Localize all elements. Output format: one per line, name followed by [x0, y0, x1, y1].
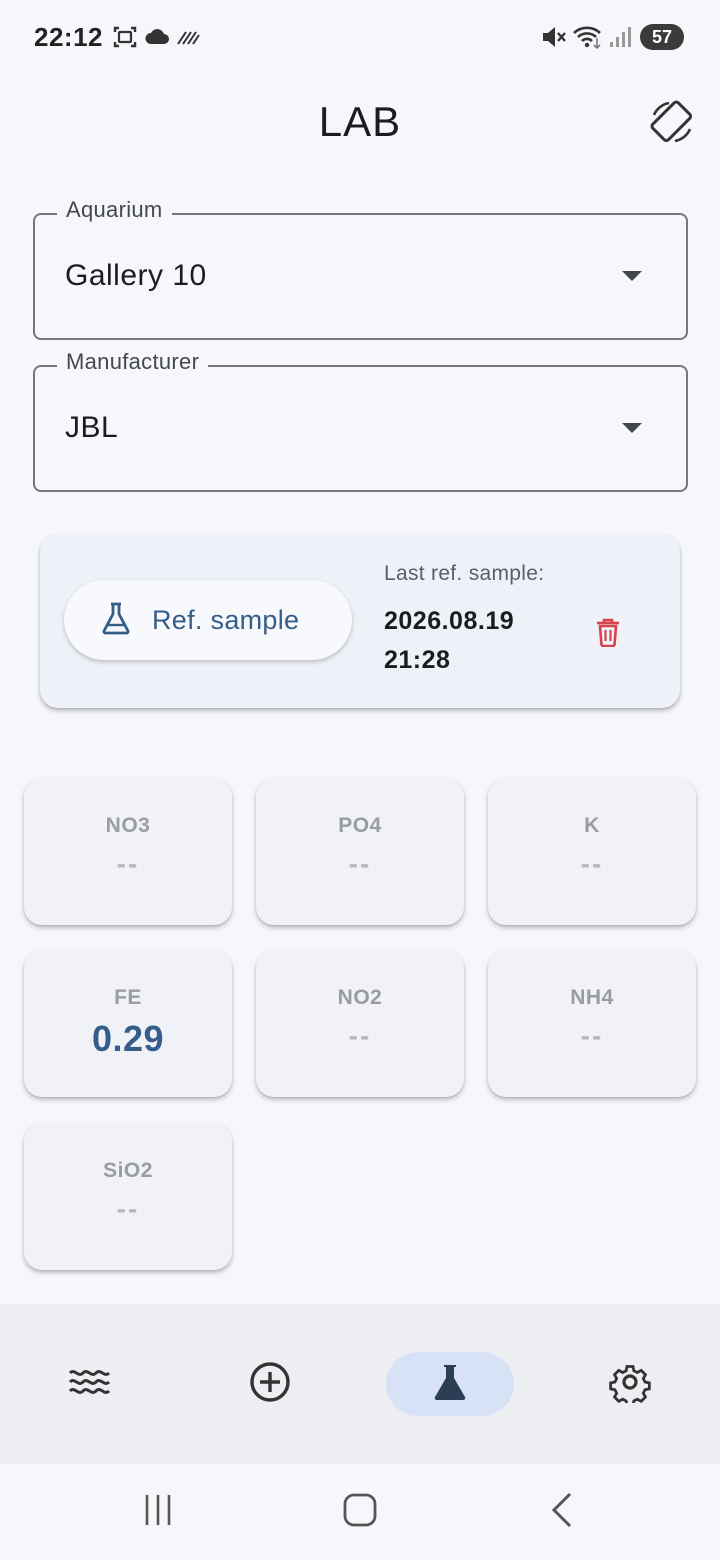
- reference-sample-card: Ref. sample Last ref. sample: 2026.08.19…: [40, 534, 680, 708]
- stripes-icon: [176, 28, 200, 51]
- signal-icon: [608, 24, 634, 55]
- trash-icon: [595, 617, 621, 652]
- ref-sample-button[interactable]: Ref. sample: [64, 580, 352, 660]
- rotate-button[interactable]: [644, 96, 700, 152]
- back-button[interactable]: [532, 1488, 592, 1536]
- param-tile-no3[interactable]: NO3 --: [24, 778, 232, 925]
- param-value: --: [348, 1020, 372, 1051]
- param-value: --: [580, 848, 604, 879]
- wifi-icon: [572, 24, 604, 55]
- param-name: NH4: [570, 986, 614, 1009]
- param-value: --: [580, 1020, 604, 1051]
- flask-icon: [432, 1363, 468, 1406]
- param-name: FE: [114, 986, 142, 1009]
- nav-add[interactable]: [206, 1352, 334, 1416]
- nav-lab[interactable]: [386, 1352, 514, 1416]
- param-tile-k[interactable]: K --: [488, 778, 696, 925]
- system-navigation-bar: [0, 1464, 720, 1560]
- aquarium-dropdown[interactable]: Aquarium Gallery 10: [33, 197, 688, 340]
- last-ref-sample-date: 2026.08.19: [384, 607, 515, 635]
- home-icon: [342, 1492, 378, 1533]
- waves-icon: [68, 1367, 112, 1402]
- manufacturer-label: Manufacturer: [57, 349, 209, 375]
- ref-sample-label: Ref. sample: [152, 604, 300, 635]
- aquarium-value: Gallery 10: [65, 259, 207, 292]
- home-button[interactable]: [330, 1488, 390, 1536]
- status-bar: 22:12 57: [0, 0, 720, 76]
- mute-icon: [540, 24, 568, 55]
- param-tile-sio2[interactable]: SiO2 --: [24, 1123, 232, 1270]
- param-name: SiO2: [103, 1159, 153, 1182]
- gear-icon: [609, 1361, 651, 1408]
- nav-aquarium[interactable]: [26, 1352, 154, 1416]
- delete-ref-sample-button[interactable]: [588, 614, 628, 654]
- status-time: 22:12: [34, 22, 103, 52]
- cloud-icon: [144, 26, 170, 51]
- recent-apps-icon: [141, 1493, 175, 1532]
- param-tile-no2[interactable]: NO2 --: [256, 950, 464, 1097]
- back-icon: [548, 1492, 576, 1533]
- nav-settings[interactable]: [566, 1352, 694, 1416]
- battery-indicator: 57: [640, 24, 684, 50]
- recent-apps-button[interactable]: [128, 1488, 188, 1536]
- dropdown-arrow-icon: [622, 271, 642, 281]
- param-name: K: [584, 814, 600, 837]
- screenshot-icon: [112, 24, 138, 55]
- param-value: --: [116, 848, 140, 879]
- page-title: LAB: [318, 98, 402, 145]
- param-tile-nh4[interactable]: NH4 --: [488, 950, 696, 1097]
- last-ref-sample-label: Last ref. sample:: [384, 562, 545, 585]
- param-name: PO4: [338, 814, 382, 837]
- flask-icon: [100, 601, 132, 640]
- add-circle-icon: [248, 1360, 292, 1409]
- dropdown-arrow-icon: [622, 423, 642, 433]
- screen-rotation-icon: [646, 96, 698, 153]
- bottom-navigation: [0, 1304, 720, 1464]
- manufacturer-value: JBL: [65, 411, 119, 444]
- manufacturer-dropdown[interactable]: Manufacturer JBL: [33, 349, 688, 492]
- param-tile-po4[interactable]: PO4 --: [256, 778, 464, 925]
- lab-screen: 22:12 57 LAB Aquarium Gallery 10 Manufac…: [0, 0, 720, 1560]
- param-value: 0.29: [91, 1018, 165, 1059]
- param-name: NO2: [337, 986, 383, 1009]
- last-ref-sample-datetime: 2026.08.19 21:28: [384, 602, 514, 680]
- param-tile-fe[interactable]: FE 0.29: [24, 950, 232, 1097]
- param-value: --: [116, 1193, 140, 1224]
- aquarium-label: Aquarium: [57, 197, 172, 223]
- param-value: --: [348, 848, 372, 879]
- param-name: NO3: [105, 814, 151, 837]
- last-ref-sample-time: 21:28: [384, 646, 451, 674]
